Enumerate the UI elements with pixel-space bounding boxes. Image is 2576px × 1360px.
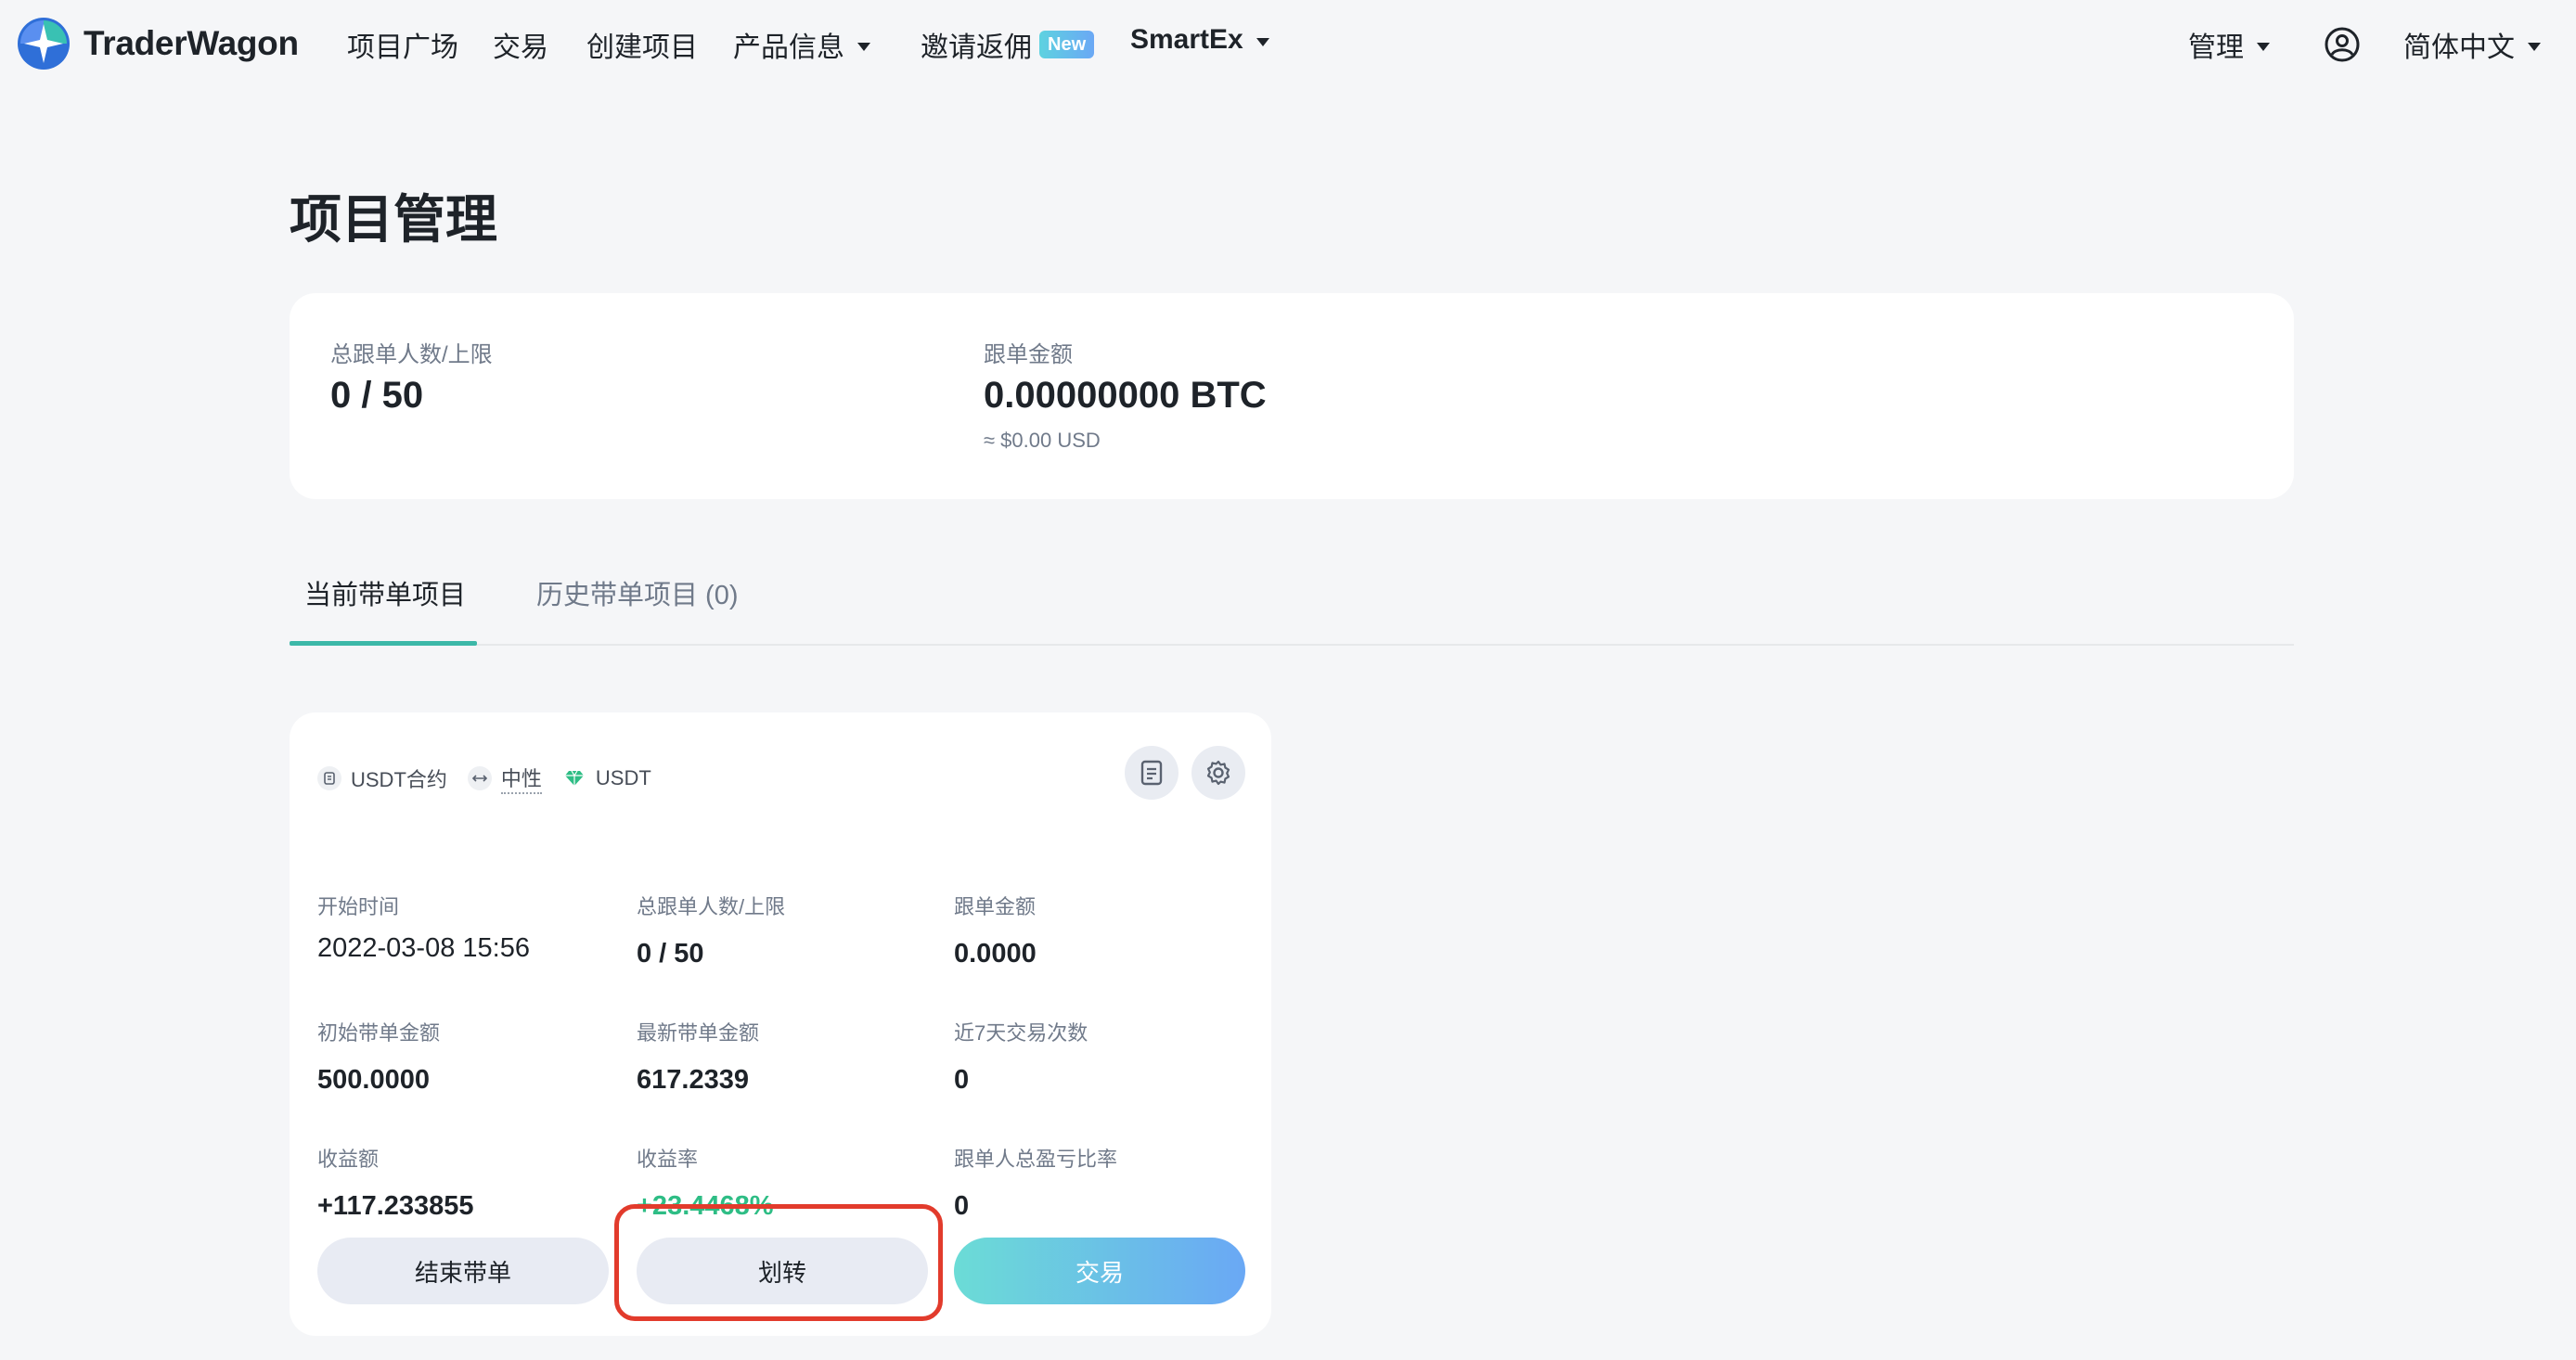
contract-icon [317, 766, 341, 790]
transfer-button[interactable]: 划转 [637, 1238, 928, 1304]
stat-follower-pnl: 跟单人总盈亏比率 0 [954, 1143, 1117, 1222]
stat-value: 617.2339 [637, 1065, 749, 1095]
trade-button[interactable]: 交易 [954, 1238, 1245, 1304]
language-selector[interactable]: 简体中文 [2403, 24, 2541, 65]
stat-followers: 总跟单人数/上限 0 / 50 [637, 891, 785, 969]
project-tabs: 当前带单项目 历史带单项目 (0) [290, 557, 2294, 646]
nav-item-smartex[interactable]: SmartEx [1130, 24, 1269, 56]
stat-latest-amount: 最新带单金额 617.2339 [637, 1017, 759, 1096]
chevron-down-icon [2528, 42, 2541, 51]
nav-item-trade[interactable]: 交易 [493, 24, 548, 65]
nav-item-referral[interactable]: 邀请返佣 New [921, 24, 1095, 65]
new-badge: New [1039, 31, 1095, 58]
project-card: USDT合约 中性 USDT 开始时间 2022-03-08 15:56 总跟单… [290, 712, 1271, 1336]
tag-label: 中性 [500, 763, 542, 794]
tag-direction: 中性 [467, 763, 542, 794]
tag-label: USDT合约 [351, 768, 447, 791]
stat-label: 总跟单人数/上限 [637, 895, 786, 918]
user-icon [2325, 27, 2360, 62]
language-label: 简体中文 [2403, 32, 2515, 63]
details-button[interactable] [1125, 746, 1179, 800]
stat-label: 跟单金额 [954, 895, 1037, 918]
tab-current-projects[interactable]: 当前带单项目 [304, 573, 466, 612]
tag-contract-type: USDT合约 [317, 763, 447, 793]
stat-roi: 收益率 +23.4468% [637, 1143, 774, 1222]
tag-label: USDT [595, 766, 651, 789]
nav-item-label: 交易 [493, 32, 548, 63]
chevron-down-icon [1256, 37, 1269, 46]
stat-value: 0 [954, 1191, 970, 1221]
stat-value: 2022-03-08 15:56 [317, 933, 530, 963]
arrows-horizontal-icon [467, 766, 492, 790]
tab-history-projects[interactable]: 历史带单项目 (0) [536, 573, 739, 612]
tag-asset: USDT [562, 766, 651, 790]
stat-label: 最新带单金额 [637, 1021, 760, 1045]
brand-logo[interactable]: TraderWagon [17, 17, 299, 71]
nav-item-label: 产品信息 [733, 32, 844, 63]
end-project-button[interactable]: 结束带单 [317, 1238, 609, 1304]
user-account-button[interactable] [2324, 26, 2361, 63]
project-tags: USDT合约 中性 USDT [317, 763, 672, 794]
nav-item-label: 项目广场 [347, 32, 458, 63]
nav-item-label: 创建项目 [586, 32, 698, 63]
stat-start-time: 开始时间 2022-03-08 15:56 [317, 891, 530, 964]
settings-button[interactable] [1191, 746, 1245, 800]
traderwagon-logo-icon [18, 18, 70, 70]
gear-icon [1206, 760, 1230, 786]
nav-item-label: 邀请返佣 [921, 32, 1032, 63]
nav-item-label: SmartEx [1130, 24, 1243, 55]
nav-manage-label: 管理 [2188, 32, 2244, 63]
stat-initial-amount: 初始带单金额 500.0000 [317, 1017, 440, 1096]
stat-label: 近7天交易次数 [954, 1021, 1088, 1045]
nav-manage-menu[interactable]: 管理 [2188, 24, 2270, 65]
chevron-down-icon [2257, 42, 2270, 51]
total-followers-value: 0 / 50 [330, 375, 424, 416]
brand-name: TraderWagon [84, 24, 299, 62]
top-navbar: TraderWagon 项目广场 交易 创建项目 产品信息 邀请返佣 New S… [0, 0, 2576, 89]
gem-icon [562, 766, 586, 790]
follow-amount-label: 跟单金额 [984, 342, 1073, 367]
page-title: 项目管理 [290, 190, 497, 249]
stat-value: +23.4468% [637, 1191, 774, 1221]
stat-label: 开始时间 [317, 895, 400, 918]
stat-profit: 收益额 +117.233855 [317, 1143, 474, 1222]
nav-item-project-square[interactable]: 项目广场 [347, 24, 458, 65]
active-tab-indicator [290, 641, 477, 646]
follow-amount-usd: ≈ $0.00 USD [984, 429, 1101, 452]
nav-item-product-info[interactable]: 产品信息 [733, 24, 870, 65]
document-icon [1140, 760, 1163, 786]
total-followers-label: 总跟单人数/上限 [330, 342, 493, 367]
stat-value: +117.233855 [317, 1191, 474, 1221]
stat-trades-7d: 近7天交易次数 0 [954, 1017, 1088, 1096]
nav-item-create-project[interactable]: 创建项目 [586, 24, 698, 65]
stat-follow-amount: 跟单金额 0.0000 [954, 891, 1037, 969]
stat-value: 0 / 50 [637, 939, 704, 969]
stat-value: 0 [954, 1065, 970, 1095]
stat-label: 初始带单金额 [317, 1021, 441, 1045]
follow-amount-value: 0.00000000 BTC [984, 375, 1267, 416]
stat-label: 收益额 [317, 1148, 380, 1171]
summary-card: 总跟单人数/上限 0 / 50 跟单金额 0.00000000 BTC ≈ $0… [290, 293, 2294, 499]
chevron-down-icon [857, 42, 870, 51]
stat-label: 跟单人总盈亏比率 [954, 1148, 1118, 1171]
stat-value: 500.0000 [317, 1065, 430, 1095]
stat-label: 收益率 [637, 1148, 699, 1171]
stat-value: 0.0000 [954, 939, 1037, 969]
